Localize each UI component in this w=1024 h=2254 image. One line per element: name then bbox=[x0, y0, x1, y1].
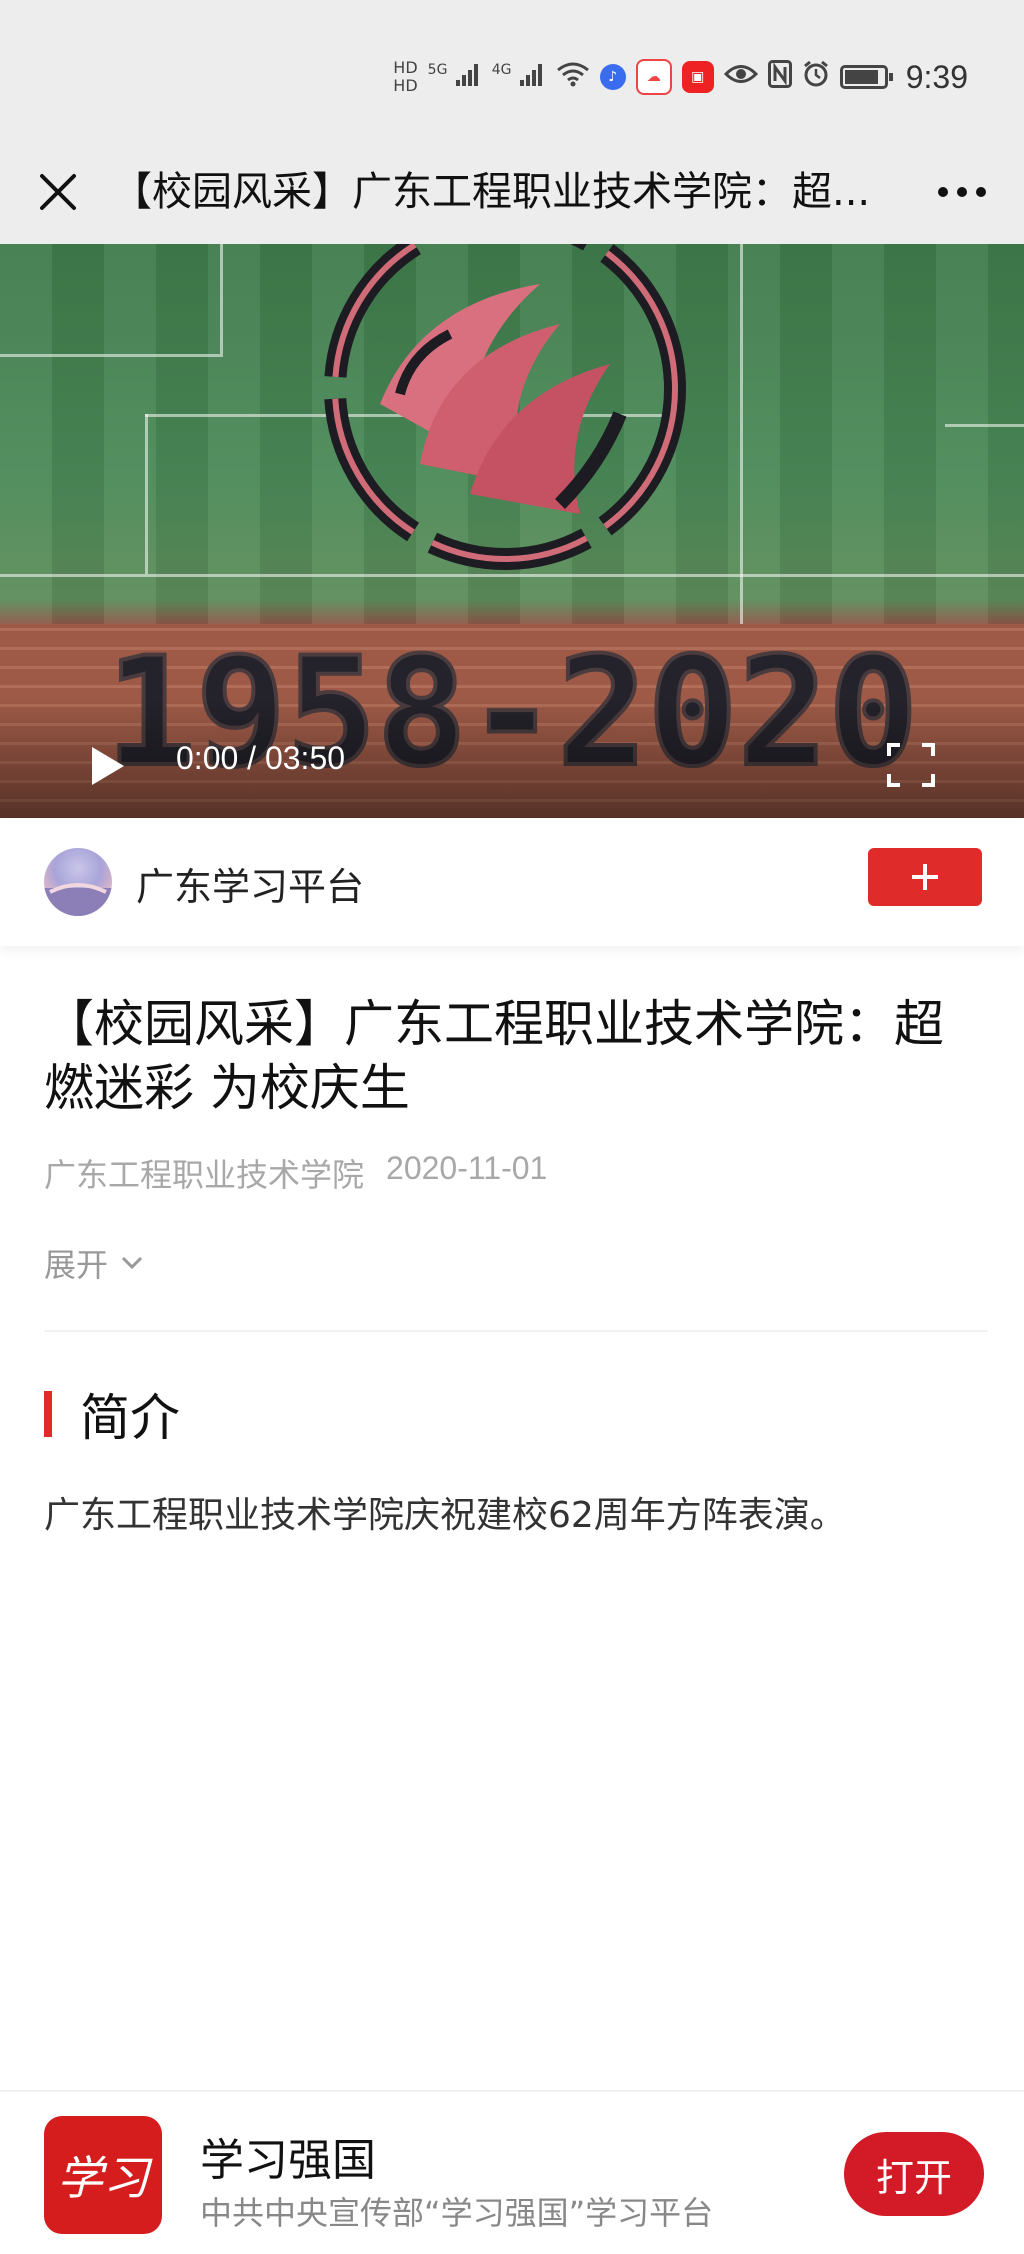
article-title: 【校园风采】广东工程职业技术学院：超燃迷彩 为校庆生 bbox=[44, 995, 944, 1117]
play-icon[interactable] bbox=[88, 744, 128, 788]
open-app-button[interactable]: 打开 bbox=[844, 2132, 984, 2216]
section-title: 简介 bbox=[80, 1389, 180, 1447]
status-bar: HD HD 5G 4G ♪ ☁ ▣ 9:39 bbox=[0, 0, 1024, 140]
author-row: 广东学习平台 bbox=[0, 818, 1024, 946]
battery-icon bbox=[839, 65, 893, 89]
navigation-bar: 【校园风采】广东工程职业技术学院：超... bbox=[0, 140, 1024, 244]
section-accent-bar bbox=[44, 1391, 52, 1437]
video-player[interactable]: 1958-2020 0:00 / 03:50 bbox=[0, 244, 1024, 818]
expand-label: 展开 bbox=[44, 1246, 109, 1284]
more-options-button[interactable] bbox=[926, 162, 998, 222]
cloud-app-icon: ☁ bbox=[635, 59, 672, 95]
page-title: 【校园风采】广东工程职业技术学院：超... bbox=[112, 169, 871, 215]
hd-label-2: HD bbox=[393, 76, 418, 95]
fullscreen-icon[interactable] bbox=[886, 742, 936, 788]
app-download-banner: 学习 学习强国 中共中央宣传部“学习强国”学习平台 打开 bbox=[0, 2090, 1024, 2254]
signal-4g-icon: 4G bbox=[492, 62, 546, 93]
article-source[interactable]: 广东工程职业技术学院 bbox=[44, 1150, 364, 1196]
news-app-icon: ▣ bbox=[681, 61, 714, 93]
dot-icon bbox=[957, 187, 967, 197]
author-name[interactable]: 广东学习平台 bbox=[136, 856, 364, 911]
hd-label-1: HD bbox=[393, 58, 418, 77]
chevron-down-icon bbox=[121, 1256, 143, 1270]
divider bbox=[44, 1330, 988, 1332]
wifi-icon bbox=[556, 61, 590, 94]
app-description: 中共中央宣传部“学习强国”学习平台 bbox=[200, 2194, 714, 2232]
app-name: 学习强国 bbox=[200, 2135, 376, 2186]
avatar-image bbox=[44, 883, 112, 916]
music-app-icon: ♪ bbox=[599, 64, 626, 90]
expand-button[interactable]: 展开 bbox=[44, 1240, 144, 1286]
controls-shade bbox=[0, 698, 1024, 818]
clock-time: 9:39 bbox=[905, 58, 968, 95]
dot-icon bbox=[976, 187, 986, 197]
nfc-icon bbox=[767, 59, 792, 95]
section-heading: 简介 bbox=[44, 1388, 180, 1447]
alarm-icon bbox=[802, 60, 830, 95]
summary-text: 广东工程职业技术学院庆祝建校62周年方阵表演。 bbox=[44, 1495, 846, 1536]
hd-network-icon: HD HD bbox=[393, 59, 417, 95]
signal-5g-label: 5G bbox=[427, 61, 448, 78]
article-meta: 广东工程职业技术学院 2020-11-01 bbox=[44, 1150, 547, 1196]
dot-icon bbox=[938, 187, 948, 197]
signal-4g-label: 4G bbox=[491, 61, 512, 78]
eye-icon bbox=[723, 62, 758, 92]
app-logo-text: 学习 bbox=[57, 2151, 149, 2205]
article-date: 2020-11-01 bbox=[386, 1150, 548, 1186]
signal-5g-icon: 5G bbox=[428, 62, 482, 93]
close-icon bbox=[40, 174, 76, 210]
avatar[interactable] bbox=[44, 848, 112, 916]
app-logo: 学习 bbox=[44, 2116, 162, 2234]
status-icons: HD HD 5G 4G ♪ ☁ ▣ 9:39 bbox=[393, 52, 968, 102]
follow-button[interactable] bbox=[868, 848, 982, 906]
plus-icon bbox=[912, 864, 938, 890]
close-button[interactable] bbox=[28, 162, 88, 222]
video-time: 0:00 / 03:50 bbox=[176, 740, 346, 776]
